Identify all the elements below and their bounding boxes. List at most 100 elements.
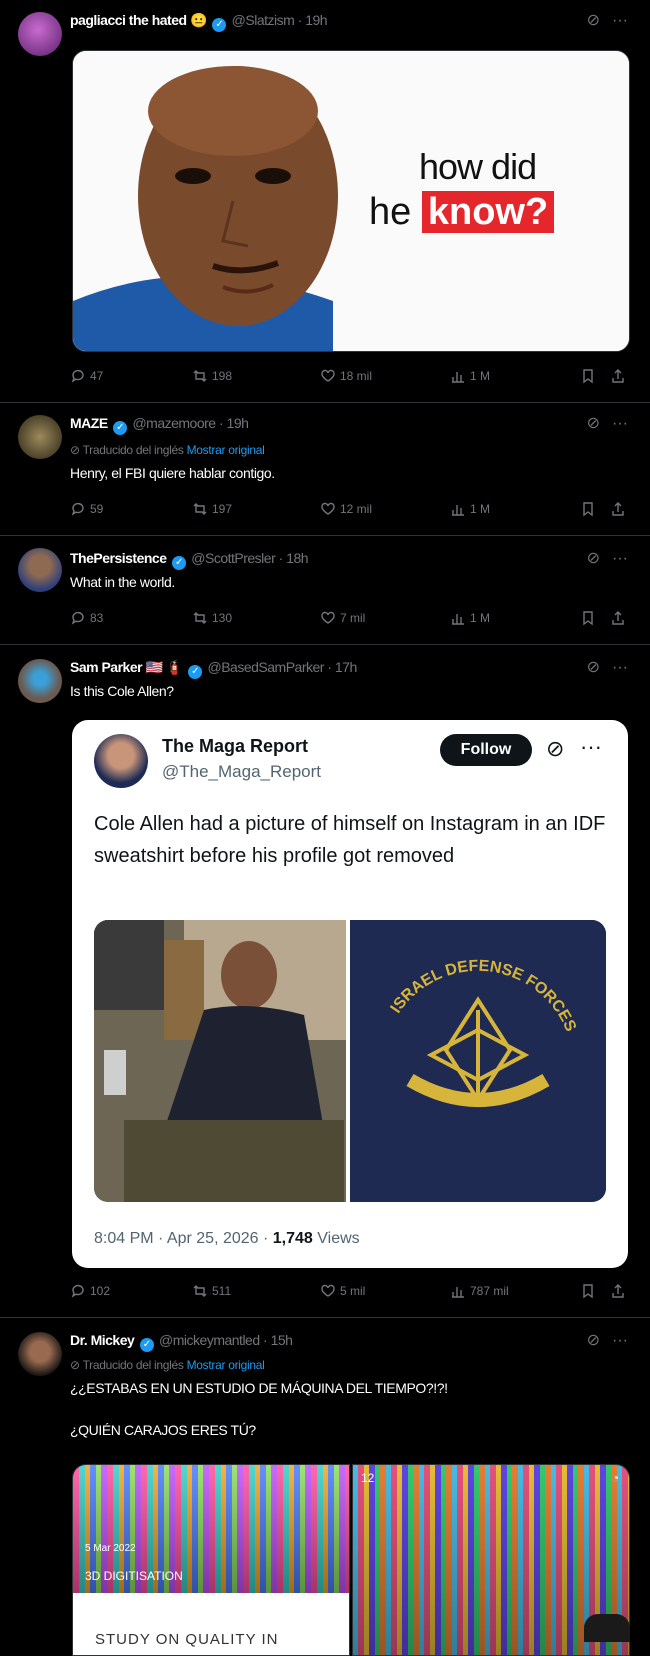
repost-button[interactable]: 197	[192, 501, 232, 517]
quote-author-name[interactable]: The Maga Report	[162, 736, 308, 757]
post-4[interactable]: Sam Parker 🇺🇸 🧯 ✓ @BasedSamParker · 17h …	[0, 645, 650, 1318]
bookmark-button[interactable]	[580, 610, 596, 626]
more-icon[interactable]: ···	[612, 550, 628, 567]
post-top-icons: ⊘ ···	[575, 1330, 628, 1350]
share-button[interactable]	[610, 368, 626, 384]
reply-button[interactable]: 59	[70, 501, 103, 517]
quote-photo-right[interactable]: ISRAEL DEFENSE FORCES	[350, 920, 606, 1202]
author-name[interactable]: pagliacci the hated	[70, 12, 187, 28]
avatar[interactable]	[18, 12, 62, 56]
repost-button[interactable]: 511	[192, 1283, 231, 1299]
like-button[interactable]: 18 mil	[320, 368, 372, 384]
like-button[interactable]: 7 mil	[320, 610, 365, 626]
author-handle[interactable]: @ScottPresler	[191, 550, 275, 566]
share-button[interactable]	[610, 1283, 626, 1299]
meme-image[interactable]: how did he know?	[72, 50, 630, 352]
grok-icon[interactable]: ⊘	[587, 1332, 600, 1349]
like-count: 5 mil	[340, 1284, 366, 1298]
grok-icon[interactable]: ⊘	[587, 415, 600, 432]
views-icon	[452, 614, 464, 625]
repost-count: 198	[212, 369, 233, 383]
idf-emblem: ISRAEL DEFENSE FORCES	[350, 920, 606, 1202]
more-icon[interactable]: ···	[612, 659, 628, 676]
post-time[interactable]: · 17h	[327, 659, 357, 675]
author-handle[interactable]: @mickeymantled	[159, 1332, 260, 1348]
quote-grok-icon[interactable]: ⊘	[546, 736, 564, 762]
avatar[interactable]	[18, 548, 62, 592]
post-header: Dr. Mickey ✓ @mickeymantled · 15h	[70, 1332, 293, 1352]
quoted-post[interactable]: The Maga Report @The_Maga_Report Follow …	[72, 720, 628, 1268]
post-5[interactable]: Dr. Mickey ✓ @mickeymantled · 15h ⊘ ··· ⊘…	[0, 1318, 650, 1656]
reply-count: 47	[90, 369, 104, 383]
views-button[interactable]: 1 M	[450, 501, 490, 517]
reply-button[interactable]: 47	[70, 368, 103, 384]
like-button[interactable]: 12 mil	[320, 501, 372, 517]
views-button[interactable]: 1 M	[450, 368, 490, 384]
follow-button[interactable]: Follow	[440, 734, 532, 766]
avatar[interactable]	[18, 1332, 62, 1376]
post-time[interactable]: · 19h	[219, 415, 249, 431]
like-button[interactable]: 5 mil	[320, 1283, 365, 1299]
grok-icon[interactable]: ⊘	[587, 659, 600, 676]
quote-author-handle[interactable]: @The_Maga_Report	[162, 762, 321, 782]
heart-icon	[321, 1284, 335, 1297]
reply-button[interactable]: 83	[70, 610, 103, 626]
bookmark-button[interactable]	[580, 1283, 596, 1299]
repost-icon	[193, 612, 207, 624]
author-name[interactable]: Sam Parker	[70, 659, 143, 675]
repost-icon	[193, 370, 207, 382]
bookmark-button[interactable]	[580, 501, 596, 517]
bookmark-button[interactable]	[580, 368, 596, 384]
more-icon[interactable]: ···	[612, 12, 628, 29]
author-name[interactable]: Dr. Mickey	[70, 1332, 135, 1348]
grok-icon[interactable]: ⊘	[587, 550, 600, 567]
author-handle[interactable]: @mazemoore	[132, 415, 216, 431]
bookmark-icon	[583, 1284, 593, 1299]
post-time[interactable]: · 15h	[263, 1332, 293, 1348]
heart-icon	[321, 611, 335, 624]
repost-count: 197	[212, 502, 233, 516]
share-icon	[612, 611, 624, 625]
views-button[interactable]: 787 mil	[450, 1283, 509, 1299]
post-time[interactable]: · 18h	[279, 550, 309, 566]
avatar[interactable]	[18, 659, 62, 703]
post-1[interactable]: pagliacci the hated 😐 ✓ @Slatzism · 19h …	[0, 0, 650, 403]
post-3[interactable]: ThePersistence ✓ @ScottPresler · 18h ⊘ ··…	[0, 536, 650, 645]
verified-badge-icon: ✓	[113, 421, 128, 435]
views-button[interactable]: 1 M	[450, 610, 490, 626]
avatar[interactable]	[18, 415, 62, 459]
share-icon	[612, 502, 624, 516]
post-top-icons: ⊘ ···	[575, 657, 628, 677]
scroll-fab[interactable]	[584, 1614, 630, 1642]
share-button[interactable]	[610, 501, 626, 517]
post-time[interactable]: · 19h	[298, 12, 328, 28]
quote-time[interactable]: 8:04 PM · Apr 25, 2026 ·	[94, 1230, 273, 1247]
show-original-link[interactable]: Mostrar original	[187, 443, 265, 457]
post-2[interactable]: MAZE ✓ @mazemoore · 19h ⊘ ··· ⊘ Traducido…	[0, 403, 650, 536]
more-icon[interactable]: ···	[612, 415, 628, 432]
repost-button[interactable]: 130	[192, 610, 232, 626]
views-icon	[452, 1287, 464, 1298]
quote-avatar[interactable]	[94, 734, 148, 788]
views-count: 787 mil	[470, 1284, 509, 1298]
post-top-icons: ⊘ ···	[575, 413, 628, 433]
quote-more-icon[interactable]: ···	[580, 734, 602, 760]
translate-icon: ⊘	[70, 1358, 80, 1372]
grok-icon[interactable]: ⊘	[587, 12, 600, 29]
heart-icon	[321, 369, 335, 382]
author-name[interactable]: ThePersistence	[70, 550, 167, 566]
more-icon[interactable]: ···	[612, 1332, 628, 1349]
share-button[interactable]	[610, 610, 626, 626]
show-original-link[interactable]: Mostrar original	[187, 1358, 265, 1372]
quote-photo-left[interactable]	[94, 920, 346, 1202]
image-bottom-text: STUDY ON QUALITY IN	[95, 1631, 279, 1648]
reply-button[interactable]: 102	[70, 1283, 110, 1299]
author-handle[interactable]: @BasedSamParker	[208, 659, 325, 675]
translated-label: Traducido del inglés	[82, 443, 184, 457]
post-header: Sam Parker 🇺🇸 🧯 ✓ @BasedSamParker · 17h	[70, 659, 357, 679]
media-left[interactable]: 5 Mar 2022 3D DIGITISATION STUDY ON QUAL…	[72, 1464, 350, 1656]
share-icon	[612, 1284, 624, 1298]
repost-button[interactable]: 198	[192, 368, 232, 384]
author-handle[interactable]: @Slatzism	[232, 12, 295, 28]
author-name[interactable]: MAZE	[70, 415, 108, 431]
